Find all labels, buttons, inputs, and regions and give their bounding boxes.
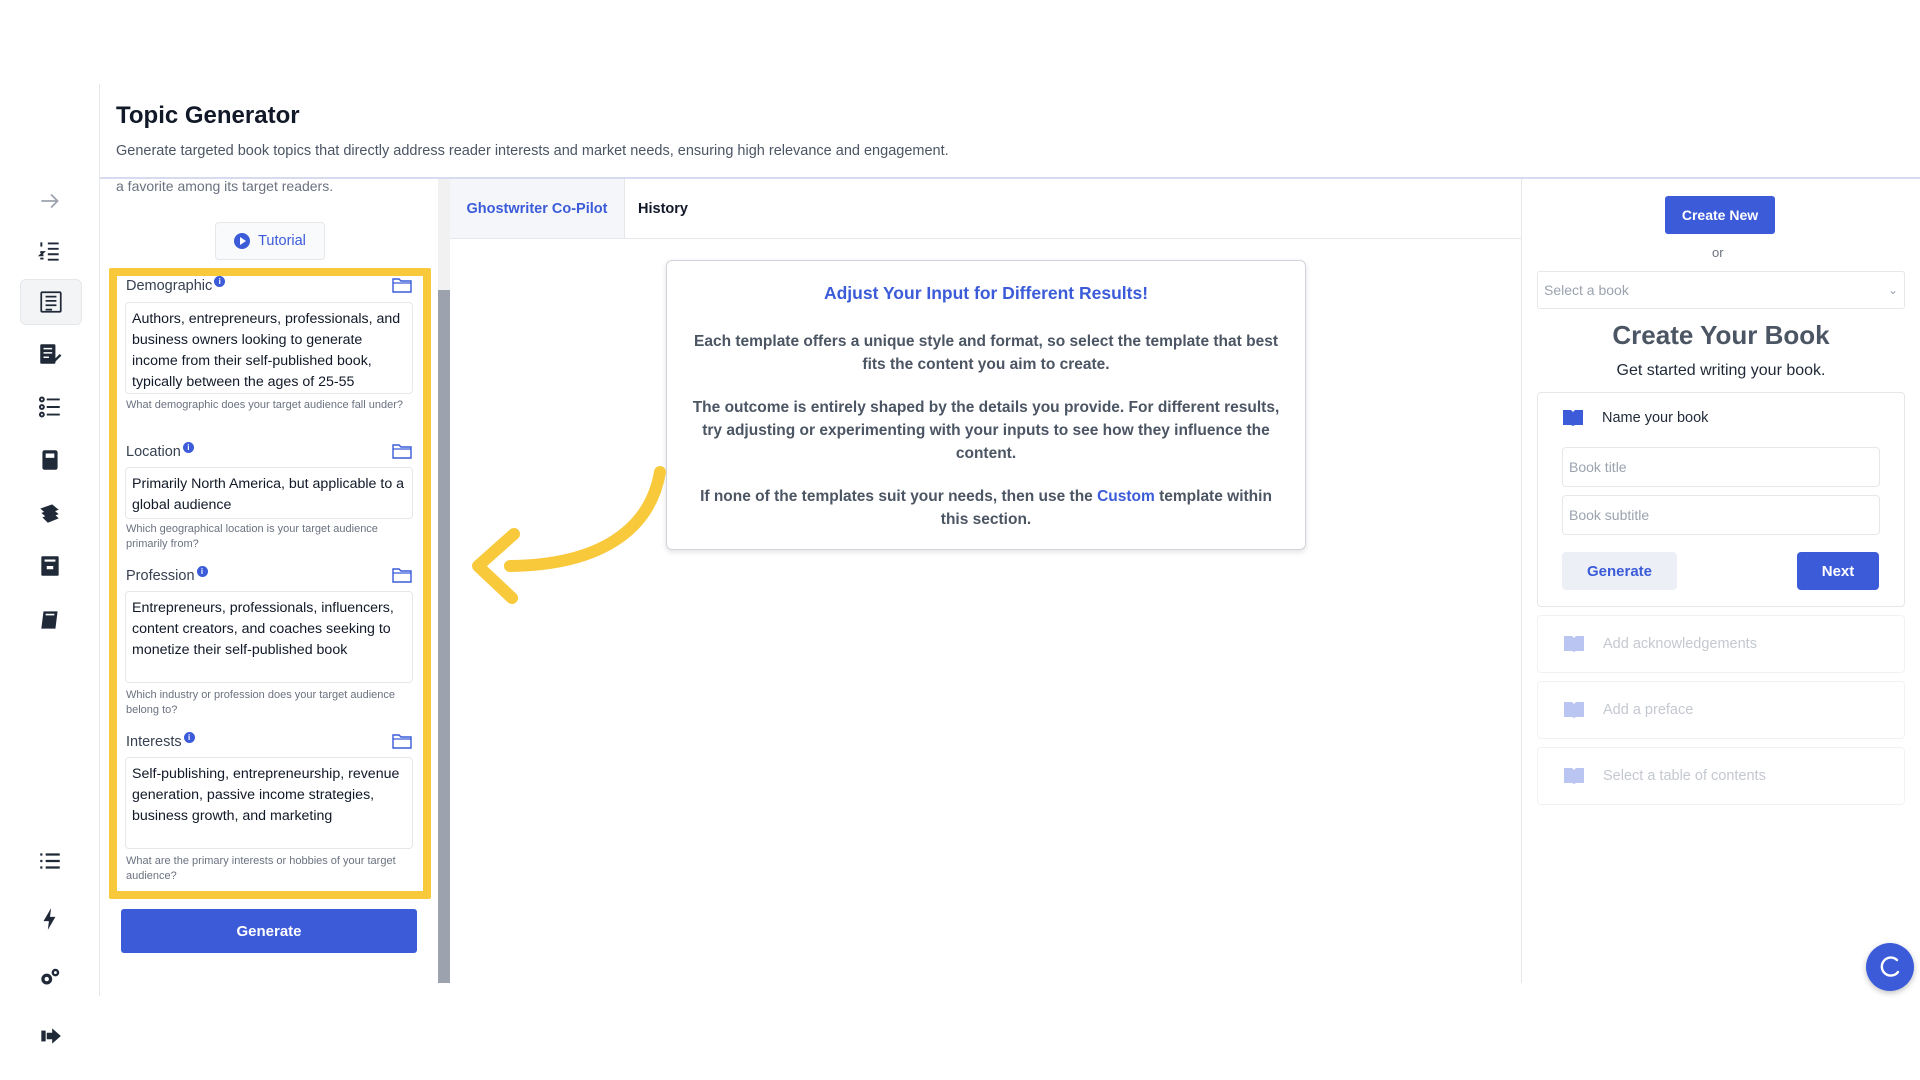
book-icon[interactable] bbox=[20, 598, 80, 642]
tab-history[interactable]: History bbox=[638, 179, 688, 238]
info-card-paragraph-1: Each template offers a unique style and … bbox=[694, 333, 1278, 373]
select-book-dropdown[interactable]: Select a book ⌄ bbox=[1537, 271, 1905, 309]
column-divider bbox=[1521, 179, 1522, 983]
tab-bar: Ghostwriter Co-Pilot History bbox=[450, 179, 1522, 239]
info-card-paragraph-3: If none of the templates suit your needs… bbox=[700, 488, 1272, 528]
support-chat-button[interactable] bbox=[1866, 943, 1914, 991]
arrow-right-icon[interactable] bbox=[20, 179, 80, 223]
book-subtitle-input[interactable]: Book subtitle bbox=[1562, 495, 1880, 535]
page-subtitle: Generate targeted book topics that direc… bbox=[116, 143, 949, 159]
settings-icon[interactable] bbox=[20, 956, 80, 1000]
create-new-button[interactable]: Create New bbox=[1665, 196, 1775, 234]
form-scrollbar-thumb[interactable] bbox=[438, 290, 450, 983]
tab-ghostwriter-co-pilot[interactable]: Ghostwriter Co-Pilot bbox=[450, 179, 625, 238]
step-preface[interactable]: Add a preface bbox=[1537, 681, 1905, 739]
open-book-icon bbox=[1563, 410, 1583, 426]
play-icon bbox=[234, 233, 251, 249]
or-text: or bbox=[1712, 245, 1724, 260]
create-book-title: Create Your Book bbox=[1612, 320, 1830, 350]
logout-icon[interactable] bbox=[20, 1014, 80, 1058]
form-description-text: a favorite among its target readers. bbox=[116, 178, 334, 194]
numbered-list-icon[interactable] bbox=[20, 229, 80, 273]
list-icon[interactable] bbox=[20, 385, 80, 429]
highlight-box bbox=[109, 268, 431, 899]
loading-icon bbox=[1880, 956, 1900, 977]
notebook-icon[interactable] bbox=[20, 438, 80, 482]
name-book-header: Name your book bbox=[1562, 409, 1708, 427]
archive-icon[interactable] bbox=[20, 544, 80, 588]
chevron-down-icon: ⌄ bbox=[1887, 283, 1898, 297]
tutorial-button[interactable]: Tutorial bbox=[215, 222, 325, 260]
generate-button[interactable]: Generate bbox=[121, 909, 417, 953]
info-card: Adjust Your Input for Different Results!… bbox=[666, 260, 1306, 550]
edit-document-icon[interactable] bbox=[20, 332, 80, 376]
books-icon[interactable] bbox=[20, 491, 80, 535]
tutorial-label: Tutorial bbox=[258, 233, 306, 249]
step-acknowledgements[interactable]: Add acknowledgements bbox=[1537, 615, 1905, 673]
create-book-subtitle: Get started writing your book. bbox=[1616, 362, 1826, 379]
info-card-paragraph-2: The outcome is entirely shaped by the de… bbox=[692, 399, 1280, 462]
book-title-input[interactable]: Book title bbox=[1562, 447, 1880, 487]
info-card-title: Adjust Your Input for Different Results! bbox=[823, 283, 1149, 303]
step-table-of-contents[interactable]: Select a table of contents bbox=[1537, 747, 1905, 805]
lightning-icon[interactable] bbox=[20, 897, 80, 941]
document-list-icon[interactable] bbox=[20, 279, 82, 325]
page-title: Topic Generator bbox=[116, 102, 300, 129]
sidebar bbox=[0, 84, 100, 1044]
custom-template-link[interactable]: Custom bbox=[1097, 488, 1155, 505]
menu-list-icon[interactable] bbox=[20, 839, 80, 883]
open-book-icon bbox=[1564, 768, 1584, 784]
next-button[interactable]: Next bbox=[1797, 552, 1879, 590]
open-book-icon bbox=[1564, 702, 1584, 718]
curved-arrow-icon bbox=[472, 466, 666, 604]
generate-name-button[interactable]: Generate bbox=[1562, 552, 1677, 590]
open-book-icon bbox=[1564, 636, 1584, 652]
